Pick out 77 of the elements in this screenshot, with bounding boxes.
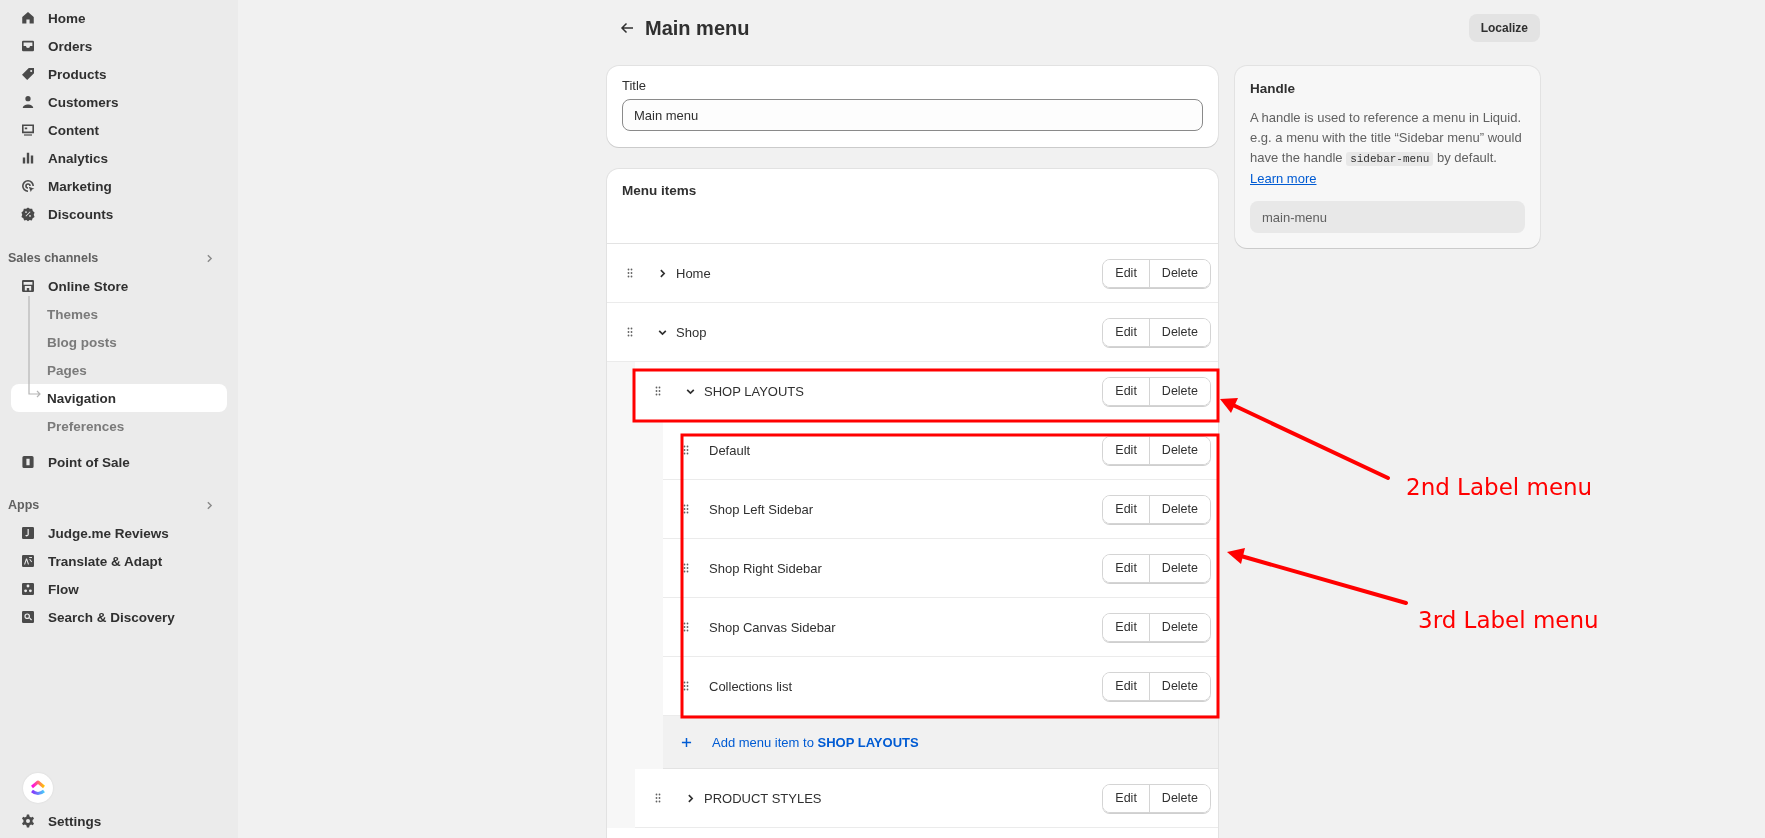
drag-handle-icon[interactable] <box>683 622 689 632</box>
menu-item-label: Default <box>709 442 751 458</box>
sidebar-subitem[interactable]: Pages <box>11 356 227 384</box>
search-icon <box>20 609 36 625</box>
translate-icon <box>20 553 36 569</box>
sidebar-item[interactable]: Marketing <box>11 172 227 200</box>
sidebar-item[interactable]: Search & Discovery <box>11 603 227 631</box>
home-icon <box>20 10 36 26</box>
delete-button[interactable]: Delete <box>1148 554 1210 582</box>
section-heading: Apps <box>8 498 40 512</box>
settings-icon <box>20 813 36 829</box>
sidebar-item[interactable]: Flow <box>11 575 227 603</box>
card-heading: Handle <box>1250 81 1296 96</box>
sidebar-item[interactable]: Point of Sale <box>11 448 227 476</box>
app-logo-icon[interactable] <box>23 773 53 803</box>
menu-item-label: Shop <box>676 324 707 340</box>
section-heading: Sales channels <box>8 251 99 265</box>
menu-item-label: Home <box>676 265 711 281</box>
sidebar-item[interactable]: Home <box>11 4 227 32</box>
settings-item[interactable]: Settings <box>11 807 227 835</box>
inbox-icon <box>20 38 36 54</box>
learn-more-link[interactable]: Learn more <box>1250 171 1317 186</box>
delete-button[interactable]: Delete <box>1148 495 1210 523</box>
back-arrow-icon[interactable] <box>619 20 635 36</box>
handle-description: A handle is used to reference a menu in Liquid. e.g. a menu with the title “Sidebar menu” would have the handle sidebar-menu by default. Learn more <box>1250 109 1523 188</box>
sidebar-subitem[interactable]: Themes <box>11 300 227 328</box>
sidebar-item[interactable]: Products <box>11 60 227 88</box>
monitor-icon <box>20 122 36 138</box>
target-icon <box>20 178 36 194</box>
delete-button[interactable]: Delete <box>1148 613 1210 641</box>
add-menu-item-link[interactable]: Add menu item to SHOP LAYOUTS <box>663 716 1218 769</box>
flow-icon <box>20 581 36 597</box>
sidebar-item[interactable]: Orders <box>11 32 227 60</box>
menu-item-label: Shop Right Sidebar <box>709 560 822 576</box>
card-heading: Menu items <box>622 183 697 198</box>
annotation-label: 2nd Label menu <box>1406 474 1593 500</box>
sidebar-item[interactable]: Content <box>11 116 227 144</box>
tag-icon <box>20 66 36 82</box>
plus-icon <box>681 736 692 748</box>
drag-handle-icon[interactable] <box>655 793 661 803</box>
delete-button[interactable]: Delete <box>1148 318 1210 346</box>
drag-handle-icon[interactable] <box>683 445 689 455</box>
discount-badge-icon <box>20 206 36 222</box>
sidebar-subitem[interactable]: Blog posts <box>11 328 227 356</box>
sidebar-item[interactable]: Judge.me Reviews <box>11 519 227 547</box>
drag-handle-icon[interactable] <box>683 504 689 514</box>
delete-button[interactable]: Delete <box>1148 784 1210 812</box>
annotation-label: 3rd Label menu <box>1418 607 1599 633</box>
delete-button[interactable]: Delete <box>1148 377 1210 405</box>
delete-button[interactable]: Delete <box>1148 259 1210 287</box>
drag-handle-icon[interactable] <box>627 268 633 278</box>
field-label: Title <box>622 78 648 93</box>
page-title: Main menu <box>645 16 751 40</box>
localize-button[interactable]: Localize <box>1468 14 1540 42</box>
sidebar-item[interactable]: Analytics <box>11 144 227 172</box>
person-icon <box>20 94 36 110</box>
bar-chart-icon <box>20 150 36 166</box>
drag-handle-icon[interactable] <box>683 681 689 691</box>
sidebar-item[interactable]: Customers <box>11 88 227 116</box>
app-icon <box>20 525 36 541</box>
sidebar-item[interactable]: Translate & Adapt <box>11 547 227 575</box>
menu-item-label: PRODUCT STYLES <box>704 790 822 806</box>
sidebar-subitem[interactable]: Navigation <box>11 384 227 412</box>
storefront-icon <box>20 278 36 294</box>
menu-item-label: Shop Canvas Sidebar <box>709 619 836 635</box>
handle-field[interactable]: main-menu <box>1250 201 1525 233</box>
sidebar-item[interactable]: Discounts <box>11 200 227 228</box>
menu-item-label: Shop Left Sidebar <box>709 501 814 517</box>
title-input[interactable]: Main menu <box>622 99 1203 131</box>
drag-handle-icon[interactable] <box>655 386 661 396</box>
menu-item-label: SHOP LAYOUTS <box>704 383 804 399</box>
delete-button[interactable]: Delete <box>1148 672 1210 700</box>
sidebar-item[interactable]: Online Store <box>11 272 227 300</box>
drag-handle-icon[interactable] <box>627 327 633 337</box>
sidebar-subitem[interactable]: Preferences <box>11 412 227 440</box>
menu-item-label: Collections list <box>709 678 793 694</box>
drag-handle-icon[interactable] <box>683 563 689 573</box>
